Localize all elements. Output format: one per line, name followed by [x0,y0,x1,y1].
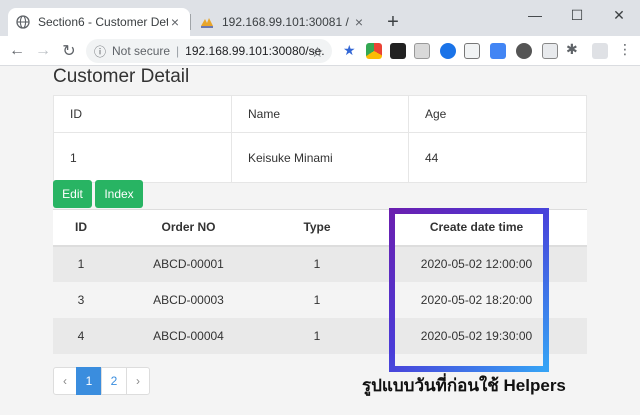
pagination-page-1[interactable]: 1 [76,367,102,395]
browser-toolbar: ← → ↻ ⓘ Not secure | 192.168.99.101:3008… [0,36,640,66]
minimize-icon[interactable]: — [514,0,556,30]
orders-table: ID Order NO Type Create date time 1 ABCD… [53,209,587,354]
order-id: 4 [53,317,109,354]
page-content: Customer Detail ID Name Age 1 Keisuke Mi… [0,66,640,415]
extension-icon[interactable] [516,43,532,59]
address-bar[interactable]: ⓘ Not secure | 192.168.99.101:30080/se..… [86,39,332,63]
column-header: Create date time [366,209,587,247]
customer-name: Keisuke Minami [231,132,409,183]
extension-icon[interactable] [490,43,506,59]
table-row: 3 ABCD-00003 1 2020-05-02 18:20:00 [53,281,587,318]
extension-icon[interactable] [390,43,406,59]
pagination-next[interactable]: › [126,367,150,395]
maximize-icon[interactable]: ☐ [556,0,598,30]
grid-icon[interactable] [464,43,480,59]
tab-separator [190,14,191,30]
extension-icon[interactable] [440,43,456,59]
puzzle-icon[interactable]: ✱ [566,41,582,57]
page-title: Customer Detail [53,66,190,87]
column-header: Order NO [109,209,268,247]
bookmarks-star-extension-icon[interactable]: ★ [343,42,359,58]
tab-title: 192.168.99.101:30081 / mysql / la [222,15,352,29]
profile-icon[interactable] [592,43,608,59]
column-header: ID [53,95,232,133]
order-type: 1 [268,281,366,318]
menu-kebab-icon[interactable]: ⋮ [618,41,634,57]
info-icon[interactable]: ⓘ [94,43,106,60]
column-header: Age [408,95,587,133]
order-create-datetime: 2020-05-02 12:00:00 [366,245,587,282]
order-type: 1 [268,245,366,282]
annotation-caption: รูปแบบวันที่ก่อนใช้ Helpers [362,376,566,395]
table-row: 1 ABCD-00001 1 2020-05-02 12:00:00 [53,245,587,282]
order-create-datetime: 2020-05-02 18:20:00 [366,281,587,318]
order-no: ABCD-00004 [109,317,268,354]
divider: | [176,44,180,58]
close-tab-icon[interactable]: × [168,14,182,30]
phpmyadmin-icon [200,15,214,29]
edit-button[interactable]: Edit [53,180,92,208]
pagination-page-2[interactable]: 2 [101,367,127,395]
forward-icon[interactable]: → [32,40,54,62]
cast-icon[interactable] [414,43,430,59]
pagination-prev[interactable]: ‹ [53,367,77,395]
customer-info-table: ID Name Age 1 Keisuke Minami 44 [53,95,587,183]
url-text: 192.168.99.101:30080/se... [185,44,324,58]
order-type: 1 [268,317,366,354]
globe-icon [16,15,30,29]
order-create-datetime: 2020-05-02 19:30:00 [366,317,587,354]
order-id: 3 [53,281,109,318]
new-tab-icon[interactable]: + [382,11,404,33]
column-header: Type [268,209,366,247]
column-header: ID [53,209,109,247]
tab-title: Section6 - Customer Detail [38,15,168,29]
security-label: Not secure [112,44,171,58]
extension-icon[interactable] [542,43,558,59]
chrome-extension-icon[interactable] [366,43,382,59]
order-no: ABCD-00001 [109,245,268,282]
close-tab-icon[interactable]: × [352,14,366,30]
customer-id: 1 [53,132,232,183]
order-id: 1 [53,245,109,282]
table-header-row: ID Name Age [53,95,587,133]
customer-age: 44 [408,132,587,183]
browser-tab-strip: Section6 - Customer Detail × 192.168.99.… [0,0,640,36]
column-header: Name [231,95,409,133]
reload-icon[interactable]: ↻ [58,40,80,62]
back-icon[interactable]: ← [6,40,28,62]
tab-phpmyadmin[interactable]: 192.168.99.101:30081 / mysql / la × [192,8,374,36]
table-row: 1 Keisuke Minami 44 [53,132,587,183]
table-header-row: ID Order NO Type Create date time [53,209,587,247]
table-row: 4 ABCD-00004 1 2020-05-02 19:30:00 [53,317,587,354]
tab-customer-detail[interactable]: Section6 - Customer Detail × [8,8,190,36]
pagination: ‹ 1 2 › [53,367,150,395]
bookmark-star-icon[interactable]: ☆ [311,44,324,61]
index-button[interactable]: Index [95,180,143,208]
close-window-icon[interactable]: ✕ [598,0,640,30]
order-no: ABCD-00003 [109,281,268,318]
